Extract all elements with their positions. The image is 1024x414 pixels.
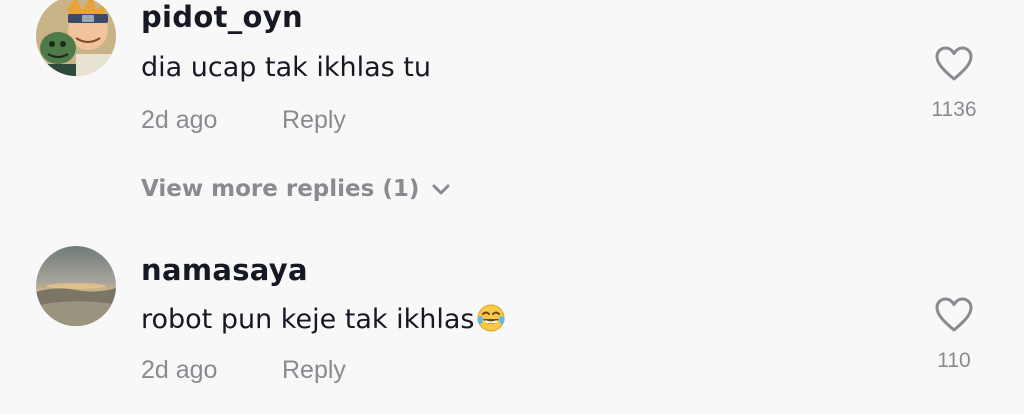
heart-icon — [935, 46, 973, 81]
view-more-replies-button[interactable]: View more replies (1) — [141, 176, 451, 212]
reply-button[interactable]: Reply — [282, 356, 346, 385]
comment-timestamp: 2d ago — [141, 106, 218, 134]
like-count: 1136 — [931, 98, 977, 121]
avatar-image — [36, 246, 116, 326]
comment-username[interactable]: namasaya — [141, 253, 308, 287]
avatar[interactable] — [36, 246, 116, 326]
reply-button[interactable]: Reply — [282, 106, 346, 135]
comment-timestamp: 2d ago — [141, 356, 218, 384]
comment-text: dia ucap tak ikhlas tu — [141, 52, 431, 83]
avatar[interactable] — [36, 0, 116, 76]
comment-username[interactable]: pidot_oyn — [141, 0, 303, 34]
avatar-image — [36, 0, 116, 76]
comment-text-body: robot pun keje tak ikhlas — [141, 304, 475, 335]
chevron-down-icon — [431, 177, 451, 203]
heart-icon — [935, 297, 973, 332]
like-button[interactable] — [934, 296, 974, 334]
comment-text: robot pun keje tak ikhlas — [141, 303, 506, 335]
like-button[interactable] — [934, 45, 974, 83]
view-more-replies-label: View more replies (1) — [141, 176, 420, 202]
like-count: 110 — [937, 349, 971, 372]
tears-of-joy-emoji-icon — [476, 303, 506, 333]
